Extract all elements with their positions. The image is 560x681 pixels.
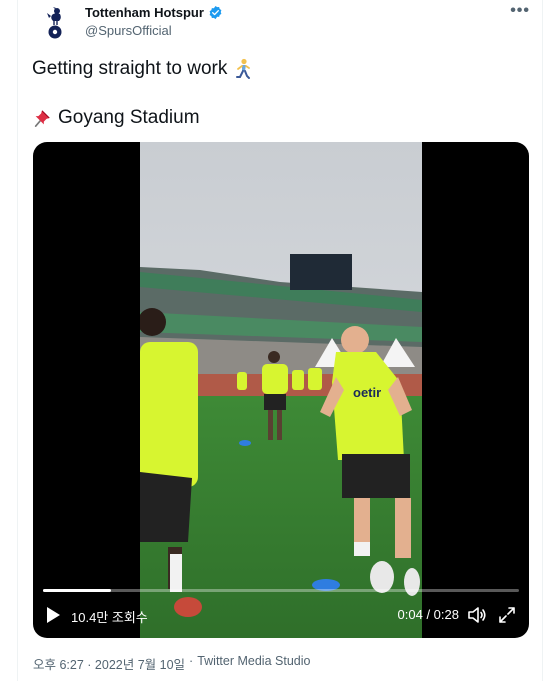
running-person-icon	[236, 58, 251, 79]
tweet-source[interactable]: Twitter Media Studio	[197, 654, 310, 673]
author-name-row[interactable]: Tottenham Hotspur	[85, 5, 223, 20]
tweet-card: Tottenham Hotspur @SpursOfficial ••• Get…	[17, 0, 543, 681]
view-count: 10.4만 조회수	[71, 610, 148, 625]
more-options-button[interactable]: •••	[510, 2, 530, 20]
training-scene-image: oetir	[140, 142, 422, 638]
video-player[interactable]: oetir 10.4만 조회수 0:04 / 0:28	[33, 142, 529, 638]
author-handle[interactable]: @SpursOfficial	[85, 23, 172, 38]
spurs-crest-icon	[47, 7, 62, 39]
tweet-timestamp[interactable]: 오후 6:27 · 2022년 7월 10일	[33, 654, 185, 673]
svg-text:oetir: oetir	[353, 385, 381, 400]
tweet-text-2: Goyang Stadium	[58, 107, 200, 128]
volume-icon[interactable]	[467, 605, 487, 625]
tweet-text-line-2: Goyang Stadium	[32, 107, 200, 129]
pushpin-icon	[34, 110, 50, 127]
tweet-text-line-1: Getting straight to work	[32, 58, 253, 80]
video-progress-fill	[43, 589, 112, 592]
video-frame: oetir	[140, 142, 422, 638]
play-icon[interactable]	[45, 606, 61, 624]
tweet-meta: 오후 6:27 · 2022년 7월 10일 · Twitter Media S…	[33, 654, 310, 673]
fullscreen-icon[interactable]	[497, 605, 517, 625]
verified-badge-icon	[209, 5, 222, 20]
author-display-name[interactable]: Tottenham Hotspur	[85, 5, 204, 20]
meta-separator: ·	[189, 654, 194, 668]
tweet-text-1: Getting straight to work	[32, 58, 228, 79]
video-progress-bar[interactable]	[43, 589, 519, 592]
video-controls: 10.4만 조회수 0:04 / 0:28	[33, 578, 529, 638]
avatar[interactable]	[38, 6, 72, 40]
video-time: 0:04 / 0:28	[397, 607, 459, 622]
